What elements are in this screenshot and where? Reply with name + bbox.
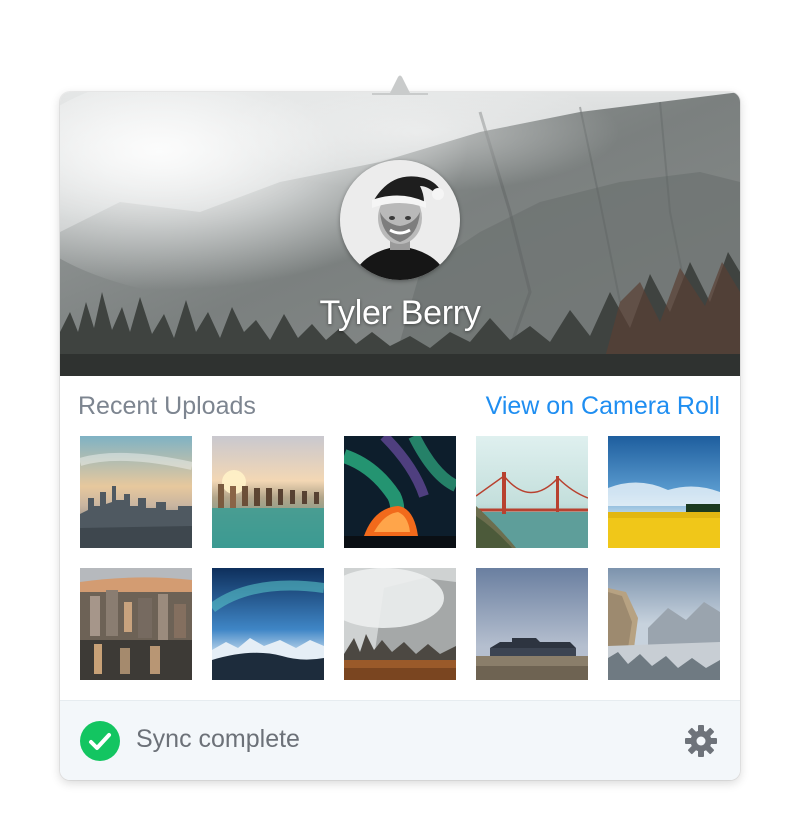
recent-uploads-grid: [80, 436, 720, 680]
profile-header: Tyler Berry: [60, 92, 740, 376]
user-name: Tyler Berry: [319, 294, 481, 332]
thumbnail-golden-gate[interactable]: [476, 436, 588, 548]
thumbnail-aurora-tent[interactable]: [344, 436, 456, 548]
gear-icon[interactable]: [684, 724, 718, 758]
thumbnail-city-skyline[interactable]: [80, 436, 192, 548]
check-circle-icon: [80, 721, 120, 761]
thumbnail-foggy-valley[interactable]: [344, 568, 456, 680]
thumbnail-yellow-field[interactable]: [608, 436, 720, 548]
thumbnail-lodge-twilight[interactable]: [476, 568, 588, 680]
sync-popover: Tyler Berry Recent Uploads View on Camer…: [60, 92, 740, 780]
sync-status-text: Sync complete: [136, 725, 300, 753]
thumbnail-pier-posts[interactable]: [212, 436, 324, 548]
recent-uploads-title: Recent Uploads: [78, 392, 256, 420]
avatar[interactable]: [340, 160, 460, 280]
status-footer: Sync complete: [60, 700, 740, 780]
recent-uploads-header: Recent Uploads View on Camera Roll: [78, 390, 720, 422]
view-camera-roll-link[interactable]: View on Camera Roll: [486, 392, 720, 421]
thumbnail-city-aerial[interactable]: [80, 568, 192, 680]
sync-popover-window: Tyler Berry Recent Uploads View on Camer…: [0, 0, 800, 840]
thumbnail-snowy-valley[interactable]: [608, 568, 720, 680]
thumbnail-aurora-mountains[interactable]: [212, 568, 324, 680]
avatar-photo: [340, 160, 460, 280]
popover-arrow: [372, 75, 428, 95]
